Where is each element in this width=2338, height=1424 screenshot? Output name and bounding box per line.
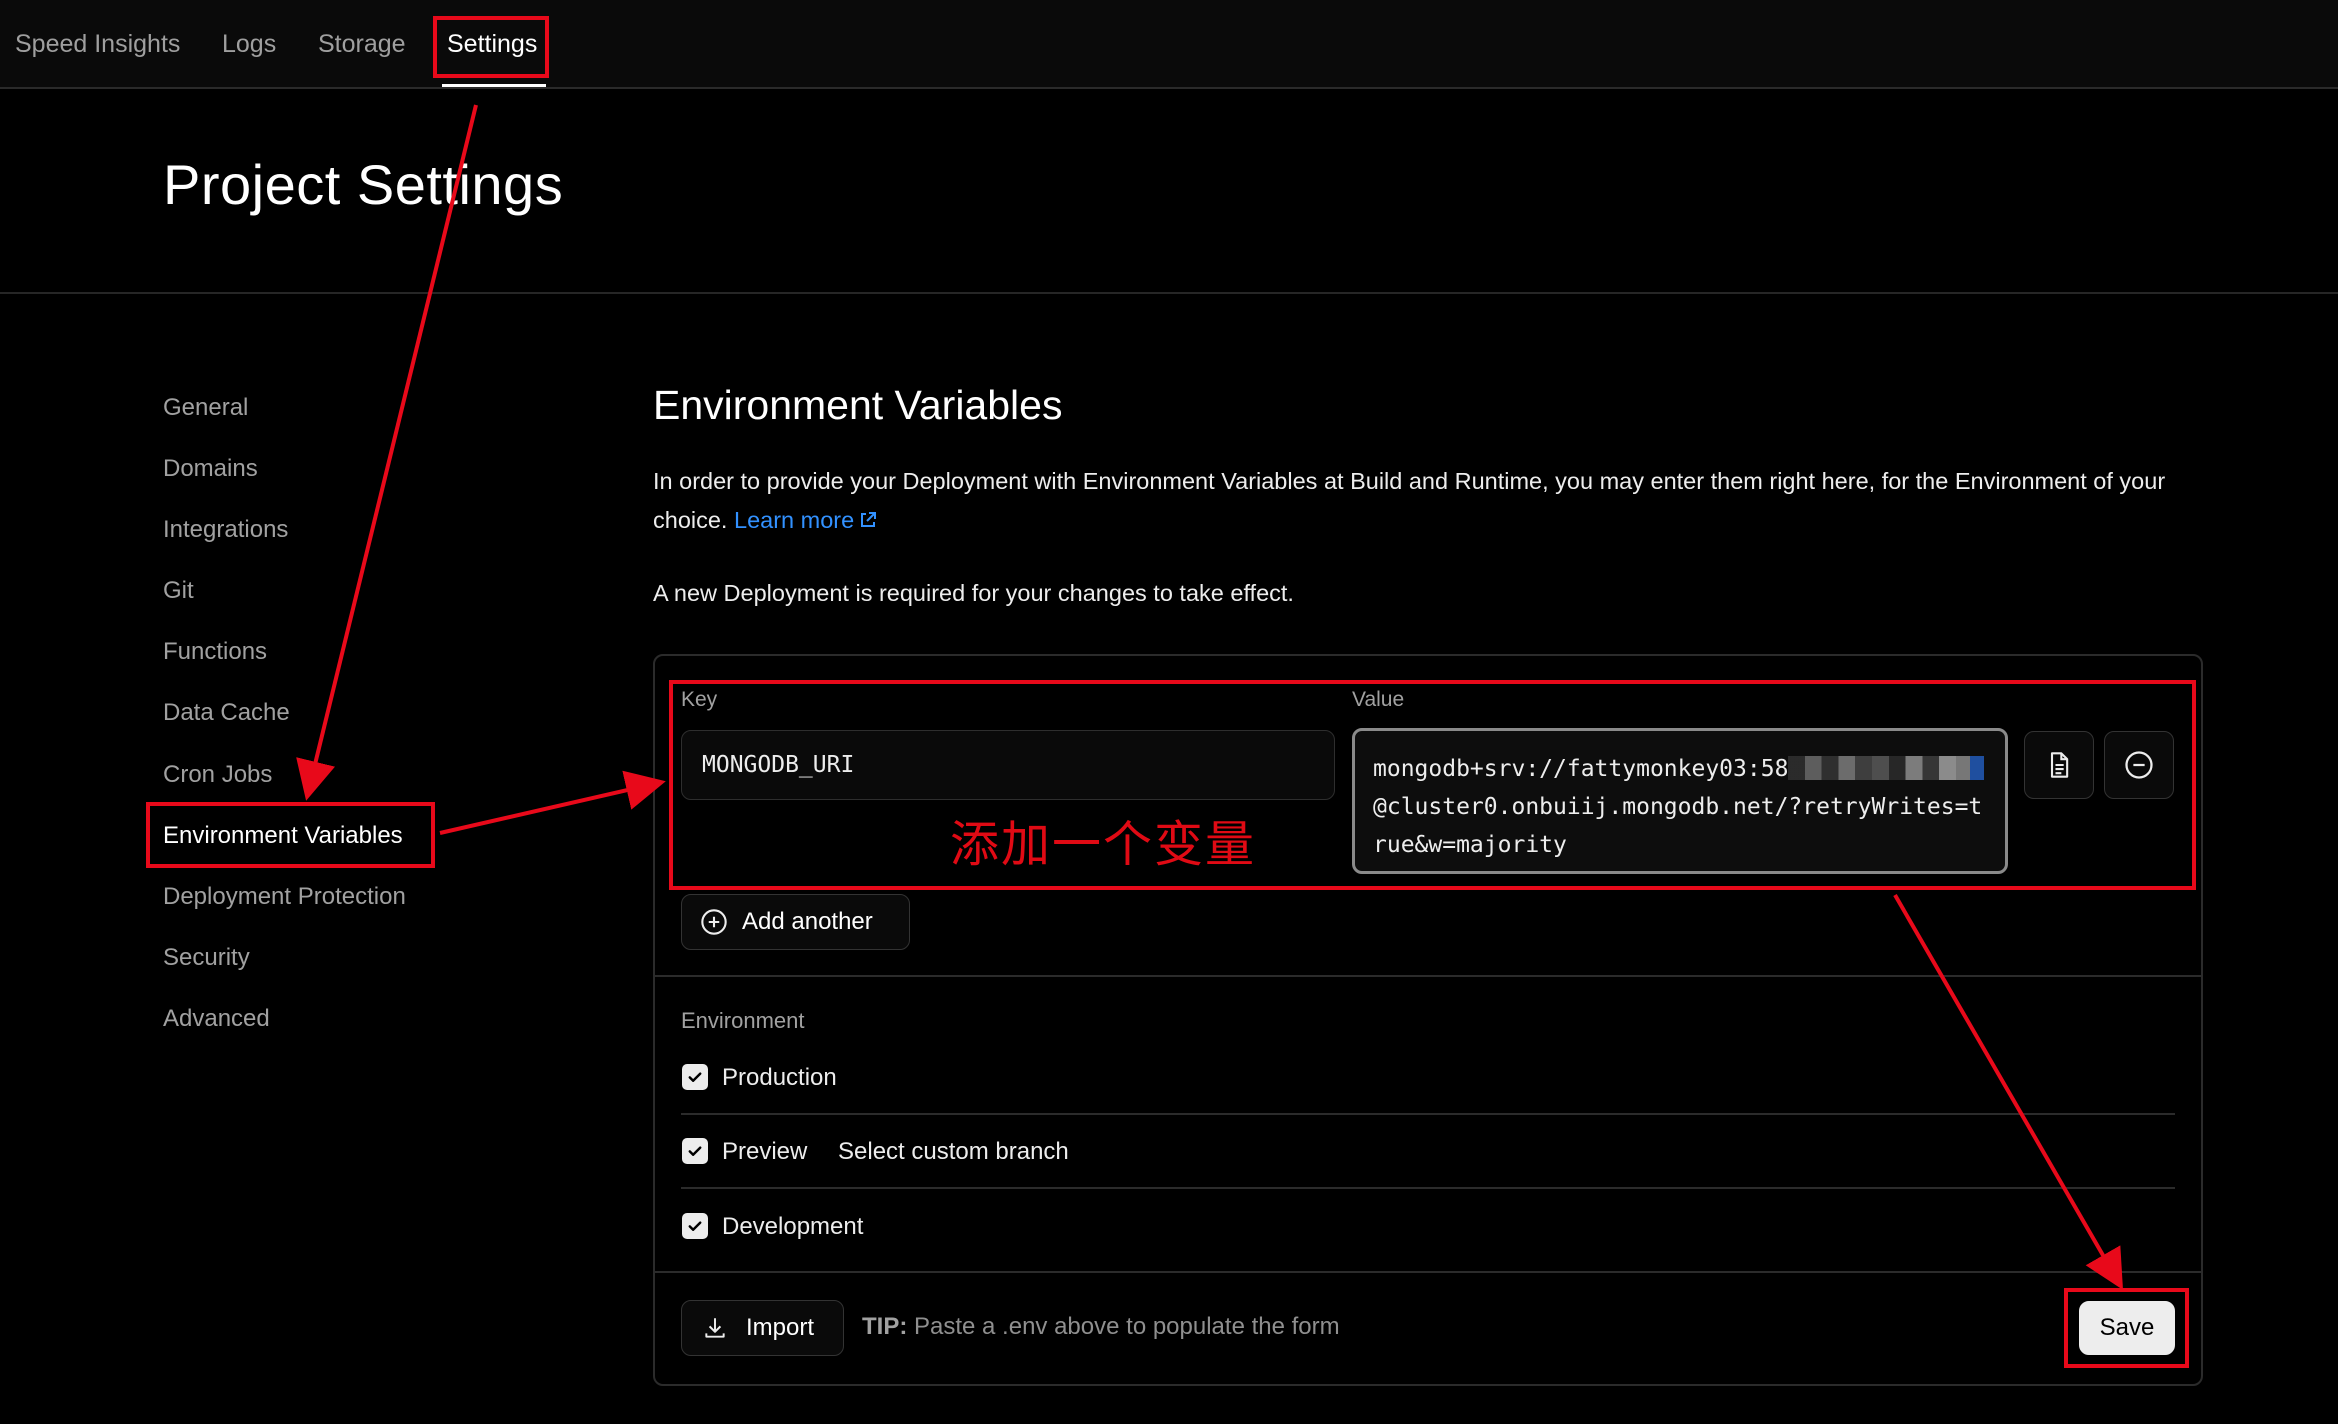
card-divider-top — [655, 975, 2201, 977]
checkbox-production[interactable] — [682, 1064, 708, 1090]
env-production-label: Production — [722, 1064, 837, 1091]
checkbox-development[interactable] — [682, 1213, 708, 1239]
check-icon — [688, 1146, 702, 1156]
import-button[interactable]: Import — [681, 1300, 844, 1356]
sidebar-item-advanced[interactable]: Advanced — [163, 1005, 270, 1033]
section-description: In order to provide your Deployment with… — [653, 462, 2203, 540]
sidebar-item-functions[interactable]: Functions — [163, 638, 267, 666]
environment-label: Environment — [681, 1008, 805, 1033]
sidebar-item-deployment-protection[interactable]: Deployment Protection — [163, 883, 406, 911]
add-another-label: Add another — [742, 908, 873, 935]
import-label: Import — [746, 1314, 815, 1341]
row-divider — [681, 1113, 2175, 1115]
sidebar-item-domains[interactable]: Domains — [163, 455, 258, 483]
annotation-box-env-vars — [146, 802, 435, 868]
active-tab-underline — [442, 84, 546, 87]
sidebar-item-security[interactable]: Security — [163, 944, 250, 972]
section-title: Environment Variables — [653, 382, 1063, 428]
arrow-env-to-form — [439, 770, 666, 835]
env-preview-label: Preview — [722, 1138, 808, 1165]
sidebar-item-data-cache[interactable]: Data Cache — [163, 699, 290, 727]
sidebar-item-git[interactable]: Git — [163, 577, 194, 605]
env-development-label: Development — [722, 1213, 864, 1240]
external-link-icon — [861, 512, 877, 527]
plus-circle-icon — [701, 909, 727, 935]
tip-text: TIP: Paste a .env above to populate the … — [862, 1313, 1340, 1340]
sidebar-item-general[interactable]: General — [163, 394, 248, 422]
add-another-button[interactable]: Add another — [681, 894, 910, 950]
annotation-text: 添加一个变量 — [950, 816, 1257, 873]
top-nav: Speed Insights Logs Storage Settings — [0, 0, 2338, 89]
download-icon — [705, 1318, 725, 1338]
check-icon — [688, 1072, 702, 1082]
page-title: Project Settings — [163, 153, 564, 216]
deployment-notice: A new Deployment is required for your ch… — [653, 580, 1294, 606]
select-custom-branch-link[interactable]: Select custom branch — [838, 1138, 1069, 1166]
nav-tab-speed-insights[interactable]: Speed Insights — [15, 30, 180, 59]
nav-tab-storage[interactable]: Storage — [318, 30, 406, 59]
header-divider — [0, 292, 2338, 294]
annotation-box-form-row — [669, 680, 2196, 890]
description-text: In order to provide your Deployment with… — [653, 468, 2166, 533]
learn-more-link[interactable]: Learn more — [734, 507, 878, 533]
checkbox-preview[interactable] — [682, 1138, 708, 1164]
card-divider-bottom — [655, 1271, 2201, 1273]
row-divider — [681, 1187, 2175, 1189]
sidebar-item-integrations[interactable]: Integrations — [163, 516, 288, 544]
sidebar-item-cron-jobs[interactable]: Cron Jobs — [163, 761, 272, 789]
nav-tab-logs[interactable]: Logs — [222, 30, 276, 59]
check-icon — [688, 1221, 702, 1231]
annotation-box-save — [2064, 1288, 2189, 1368]
annotation-box-settings — [433, 16, 549, 78]
